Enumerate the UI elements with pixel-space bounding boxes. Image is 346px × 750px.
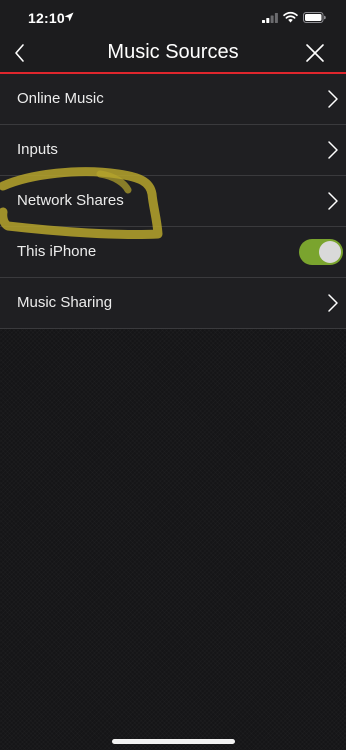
page-title: Music Sources <box>107 41 239 63</box>
list-item-label: Inputs <box>17 141 58 158</box>
list-item-label: Music Sharing <box>17 294 113 311</box>
wifi-icon <box>283 11 298 23</box>
chevron-right-icon <box>328 294 338 312</box>
list-item-online-music[interactable]: Online Music <box>0 74 346 125</box>
list-item-label: This iPhone <box>17 243 97 260</box>
chevron-left-icon <box>15 44 24 62</box>
list-item-music-sharing[interactable]: Music Sharing <box>0 278 346 329</box>
chevron-right-icon <box>328 141 338 159</box>
back-button[interactable] <box>10 42 30 64</box>
chevron-right-icon <box>328 90 338 108</box>
close-icon <box>306 44 324 62</box>
list-item-label: Network Shares <box>17 192 124 209</box>
cellular-signal-icon <box>262 13 278 23</box>
location-arrow-icon <box>64 12 74 22</box>
nav-bar: Music Sources <box>0 36 346 74</box>
list-item-label: Online Music <box>17 90 104 107</box>
list-item-inputs[interactable]: Inputs <box>0 125 346 176</box>
toggle-knob <box>319 241 341 263</box>
battery-icon <box>303 12 326 23</box>
status-time: 12:10 <box>28 10 65 26</box>
close-button[interactable] <box>304 42 326 64</box>
chevron-right-icon <box>328 192 338 210</box>
this-iphone-toggle[interactable] <box>299 239 343 265</box>
home-indicator[interactable] <box>112 739 235 744</box>
status-bar: 12:10 <box>0 0 346 36</box>
screen: 12:10 Music Sources Online Music Inputs … <box>0 0 346 750</box>
list-item-this-iphone: This iPhone <box>0 227 346 278</box>
music-sources-list: Online Music Inputs Network Shares This … <box>0 74 346 329</box>
list-item-network-shares[interactable]: Network Shares <box>0 176 346 227</box>
